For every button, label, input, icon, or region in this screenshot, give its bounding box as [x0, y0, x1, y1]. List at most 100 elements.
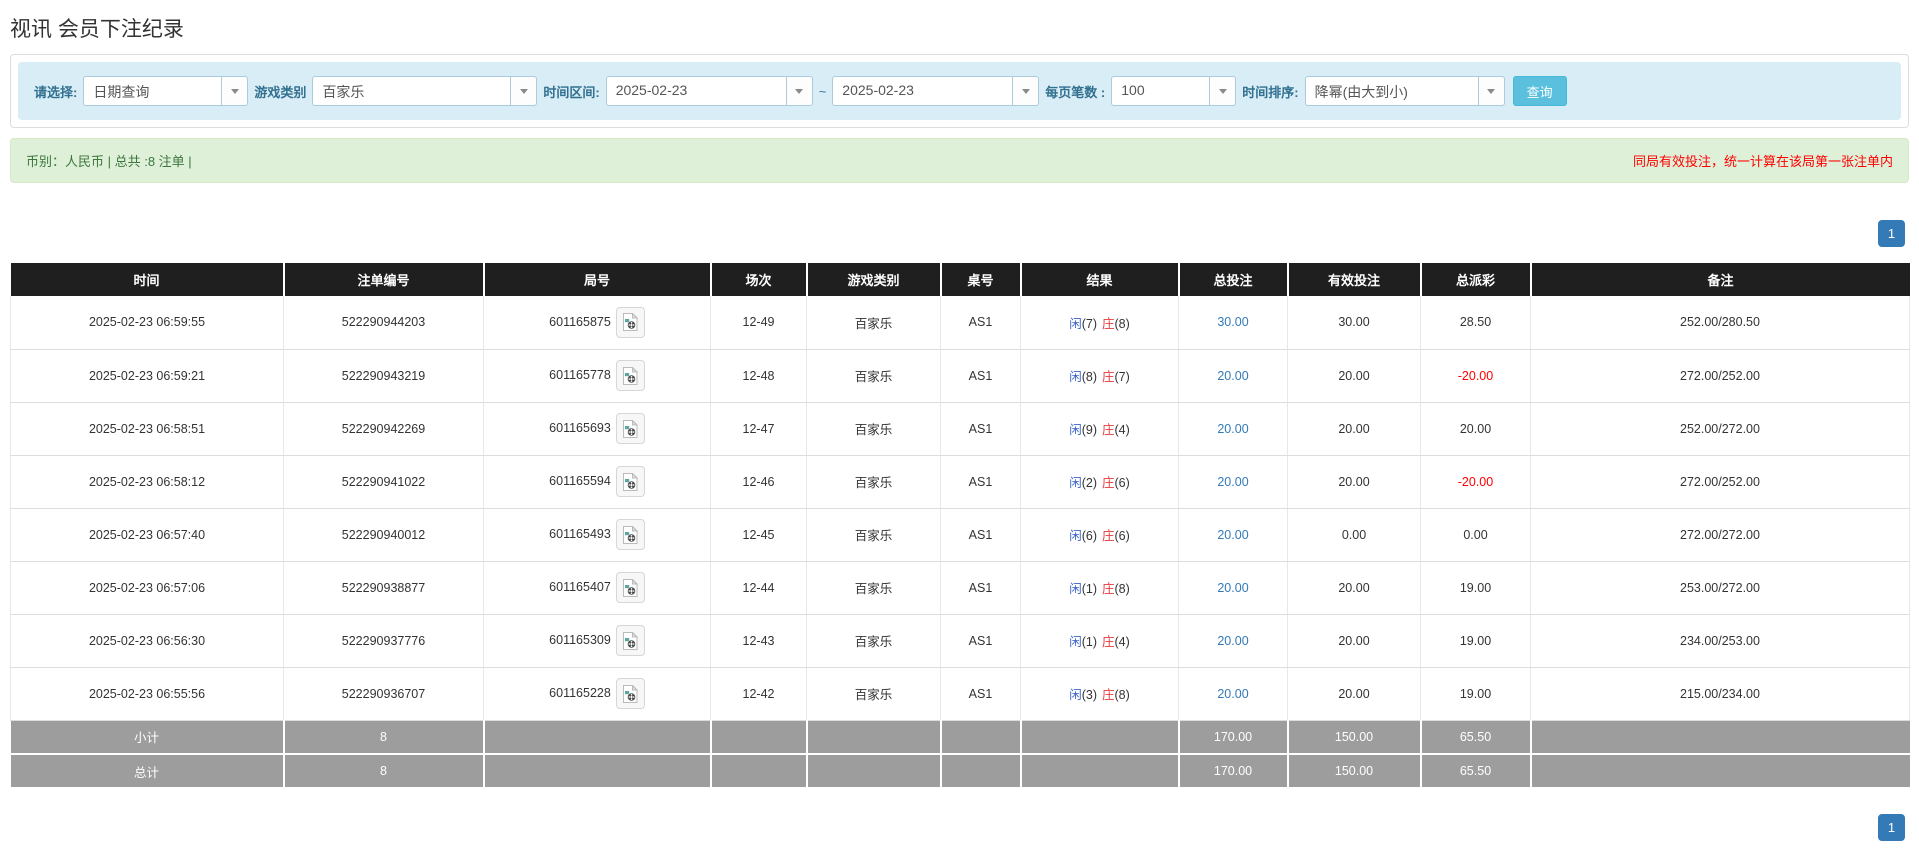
cell-valid-bet: 20.00: [1287, 614, 1421, 668]
cell-result: 闲(1) 庄(4): [1020, 614, 1179, 668]
cell-payout: 19.00: [1420, 614, 1531, 668]
cell-session: 12-45: [710, 508, 807, 562]
cell-total-bet: 20.00: [1178, 349, 1288, 403]
cell-result: 闲(1) 庄(8): [1020, 561, 1179, 615]
cell-payout: 19.00: [1420, 561, 1531, 615]
video-replay-button[interactable]: [615, 466, 645, 497]
chevron-down-icon[interactable]: [510, 77, 537, 105]
cell-time: 2025-02-23 06:59:55: [10, 296, 284, 350]
date-from-select[interactable]: 2025-02-23: [605, 76, 813, 106]
summary-total-bet: 170.00: [1178, 754, 1289, 789]
query-button[interactable]: 查询: [1512, 76, 1567, 106]
cell-bet-id: 522290936707: [283, 667, 484, 721]
result-player-score: (1): [1081, 582, 1097, 596]
chevron-down-icon[interactable]: [785, 77, 812, 105]
summary-empty: [806, 754, 942, 789]
cell-bet-id: 522290944203: [283, 296, 484, 350]
video-replay-button[interactable]: [615, 678, 645, 709]
pagination-bottom: 1: [14, 814, 1905, 841]
cell-table-no: AS1: [940, 614, 1021, 668]
result-banker-label: 庄: [1102, 423, 1115, 437]
video-replay-button[interactable]: [615, 519, 645, 550]
cell-result: 闲(6) 庄(6): [1020, 508, 1179, 562]
cell-remark: 253.00/272.00: [1530, 561, 1910, 615]
table-body: 2025-02-23 06:59:55 522290944203 601165875…: [10, 296, 1910, 789]
video-replay-button[interactable]: [615, 625, 645, 656]
query-type-select[interactable]: 日期查询: [83, 76, 249, 106]
cell-round-id: 601165778: [483, 349, 711, 403]
total-bet-link[interactable]: 30.00: [1217, 315, 1248, 329]
query-type-label: 请选择:: [34, 84, 78, 100]
cell-valid-bet: 0.00: [1287, 508, 1421, 562]
table-row: 2025-02-23 06:58:12 522290941022 601165594…: [10, 455, 1910, 509]
cell-bet-id: 522290940012: [283, 508, 484, 562]
cell-game-type: 百家乐: [806, 561, 941, 615]
cell-round-id: 601165594: [483, 455, 711, 509]
summary-payout: 65.50: [1420, 720, 1532, 755]
total-bet-link[interactable]: 20.00: [1217, 581, 1248, 595]
result-player-score: (1): [1081, 635, 1097, 649]
chevron-down-icon[interactable]: [1209, 77, 1236, 105]
result-banker-score: (8): [1114, 316, 1130, 331]
result-banker-score: (8): [1114, 688, 1130, 702]
summary-empty: [1530, 754, 1910, 789]
cell-total-bet: 20.00: [1178, 402, 1288, 456]
chevron-down-icon[interactable]: [221, 77, 248, 105]
total-bet-link[interactable]: 20.00: [1217, 528, 1248, 542]
result-player-score: (8): [1081, 370, 1097, 384]
betting-records-page: 视讯 会员下注纪录 请选择: 日期查询 游戏类别 百家乐 时间区间: 2025-…: [0, 0, 1919, 849]
cell-round-id: 601165493: [483, 508, 711, 562]
round-id-text: 601165309: [549, 632, 611, 647]
page-button-1[interactable]: 1: [1878, 220, 1905, 247]
page-button-1[interactable]: 1: [1878, 814, 1905, 841]
summary-valid-bet: 150.00: [1287, 754, 1422, 789]
table-row: 2025-02-23 06:57:40 522290940012 601165493…: [10, 508, 1910, 562]
round-id-text: 601165407: [549, 579, 611, 594]
round-id-text: 601165693: [549, 420, 611, 435]
video-file-icon: [623, 525, 639, 544]
cell-bet-id: 522290941022: [283, 455, 484, 509]
total-bet-link[interactable]: 20.00: [1217, 422, 1248, 436]
cell-valid-bet: 20.00: [1287, 455, 1421, 509]
video-replay-button[interactable]: [615, 572, 645, 603]
cell-table-no: AS1: [940, 402, 1021, 456]
cell-remark: 272.00/252.00: [1530, 455, 1910, 509]
video-replay-button[interactable]: [615, 413, 645, 444]
total-bet-link[interactable]: 20.00: [1217, 634, 1248, 648]
video-file-icon: [623, 631, 639, 650]
currency-summary-text: 币别：人民币 | 总共 :8 注单 |: [26, 154, 192, 169]
total-bet-link[interactable]: 20.00: [1217, 369, 1248, 383]
result-player-label: 闲: [1069, 316, 1082, 331]
cell-session: 12-42: [710, 667, 807, 721]
cell-valid-bet: 20.00: [1287, 349, 1421, 403]
cell-payout: -20.00: [1420, 349, 1531, 403]
result-player-label: 闲: [1069, 688, 1082, 702]
page-size-select[interactable]: 100: [1111, 76, 1237, 106]
cell-bet-id: 522290938877: [283, 561, 484, 615]
page-size-label: 每页笔数 :: [1045, 84, 1106, 100]
table-row: 2025-02-23 06:55:56 522290936707 601165228…: [10, 667, 1910, 721]
game-type-select[interactable]: 百家乐: [312, 76, 538, 106]
total-bet-link[interactable]: 20.00: [1217, 475, 1248, 489]
date-to-select[interactable]: 2025-02-23: [832, 76, 1040, 106]
cell-session: 12-49: [710, 296, 807, 350]
chevron-down-icon[interactable]: [1477, 77, 1504, 105]
cell-time: 2025-02-23 06:58:51: [10, 402, 284, 456]
cell-result: 闲(2) 庄(6): [1020, 455, 1179, 509]
chevron-down-icon[interactable]: [1012, 77, 1039, 105]
video-replay-button[interactable]: [615, 360, 645, 391]
summary-empty: [710, 720, 808, 755]
date-from-value: 2025-02-23: [615, 82, 688, 98]
result-banker-score: (6): [1114, 476, 1130, 490]
cell-valid-bet: 30.00: [1287, 296, 1421, 350]
total-bet-link[interactable]: 20.00: [1217, 687, 1248, 701]
sort-order-select[interactable]: 降幂(由大到小): [1304, 76, 1505, 106]
video-replay-button[interactable]: [615, 306, 645, 338]
summary-empty: [806, 720, 942, 755]
cell-total-bet: 30.00: [1178, 296, 1288, 350]
summary-label: 小计: [10, 720, 285, 755]
cell-total-bet: 20.00: [1178, 508, 1288, 562]
round-id-text: 601165493: [549, 526, 611, 541]
cell-time: 2025-02-23 06:55:56: [10, 667, 284, 721]
total-row: 总计 8 170.00 150.00 65.50: [10, 754, 1910, 789]
